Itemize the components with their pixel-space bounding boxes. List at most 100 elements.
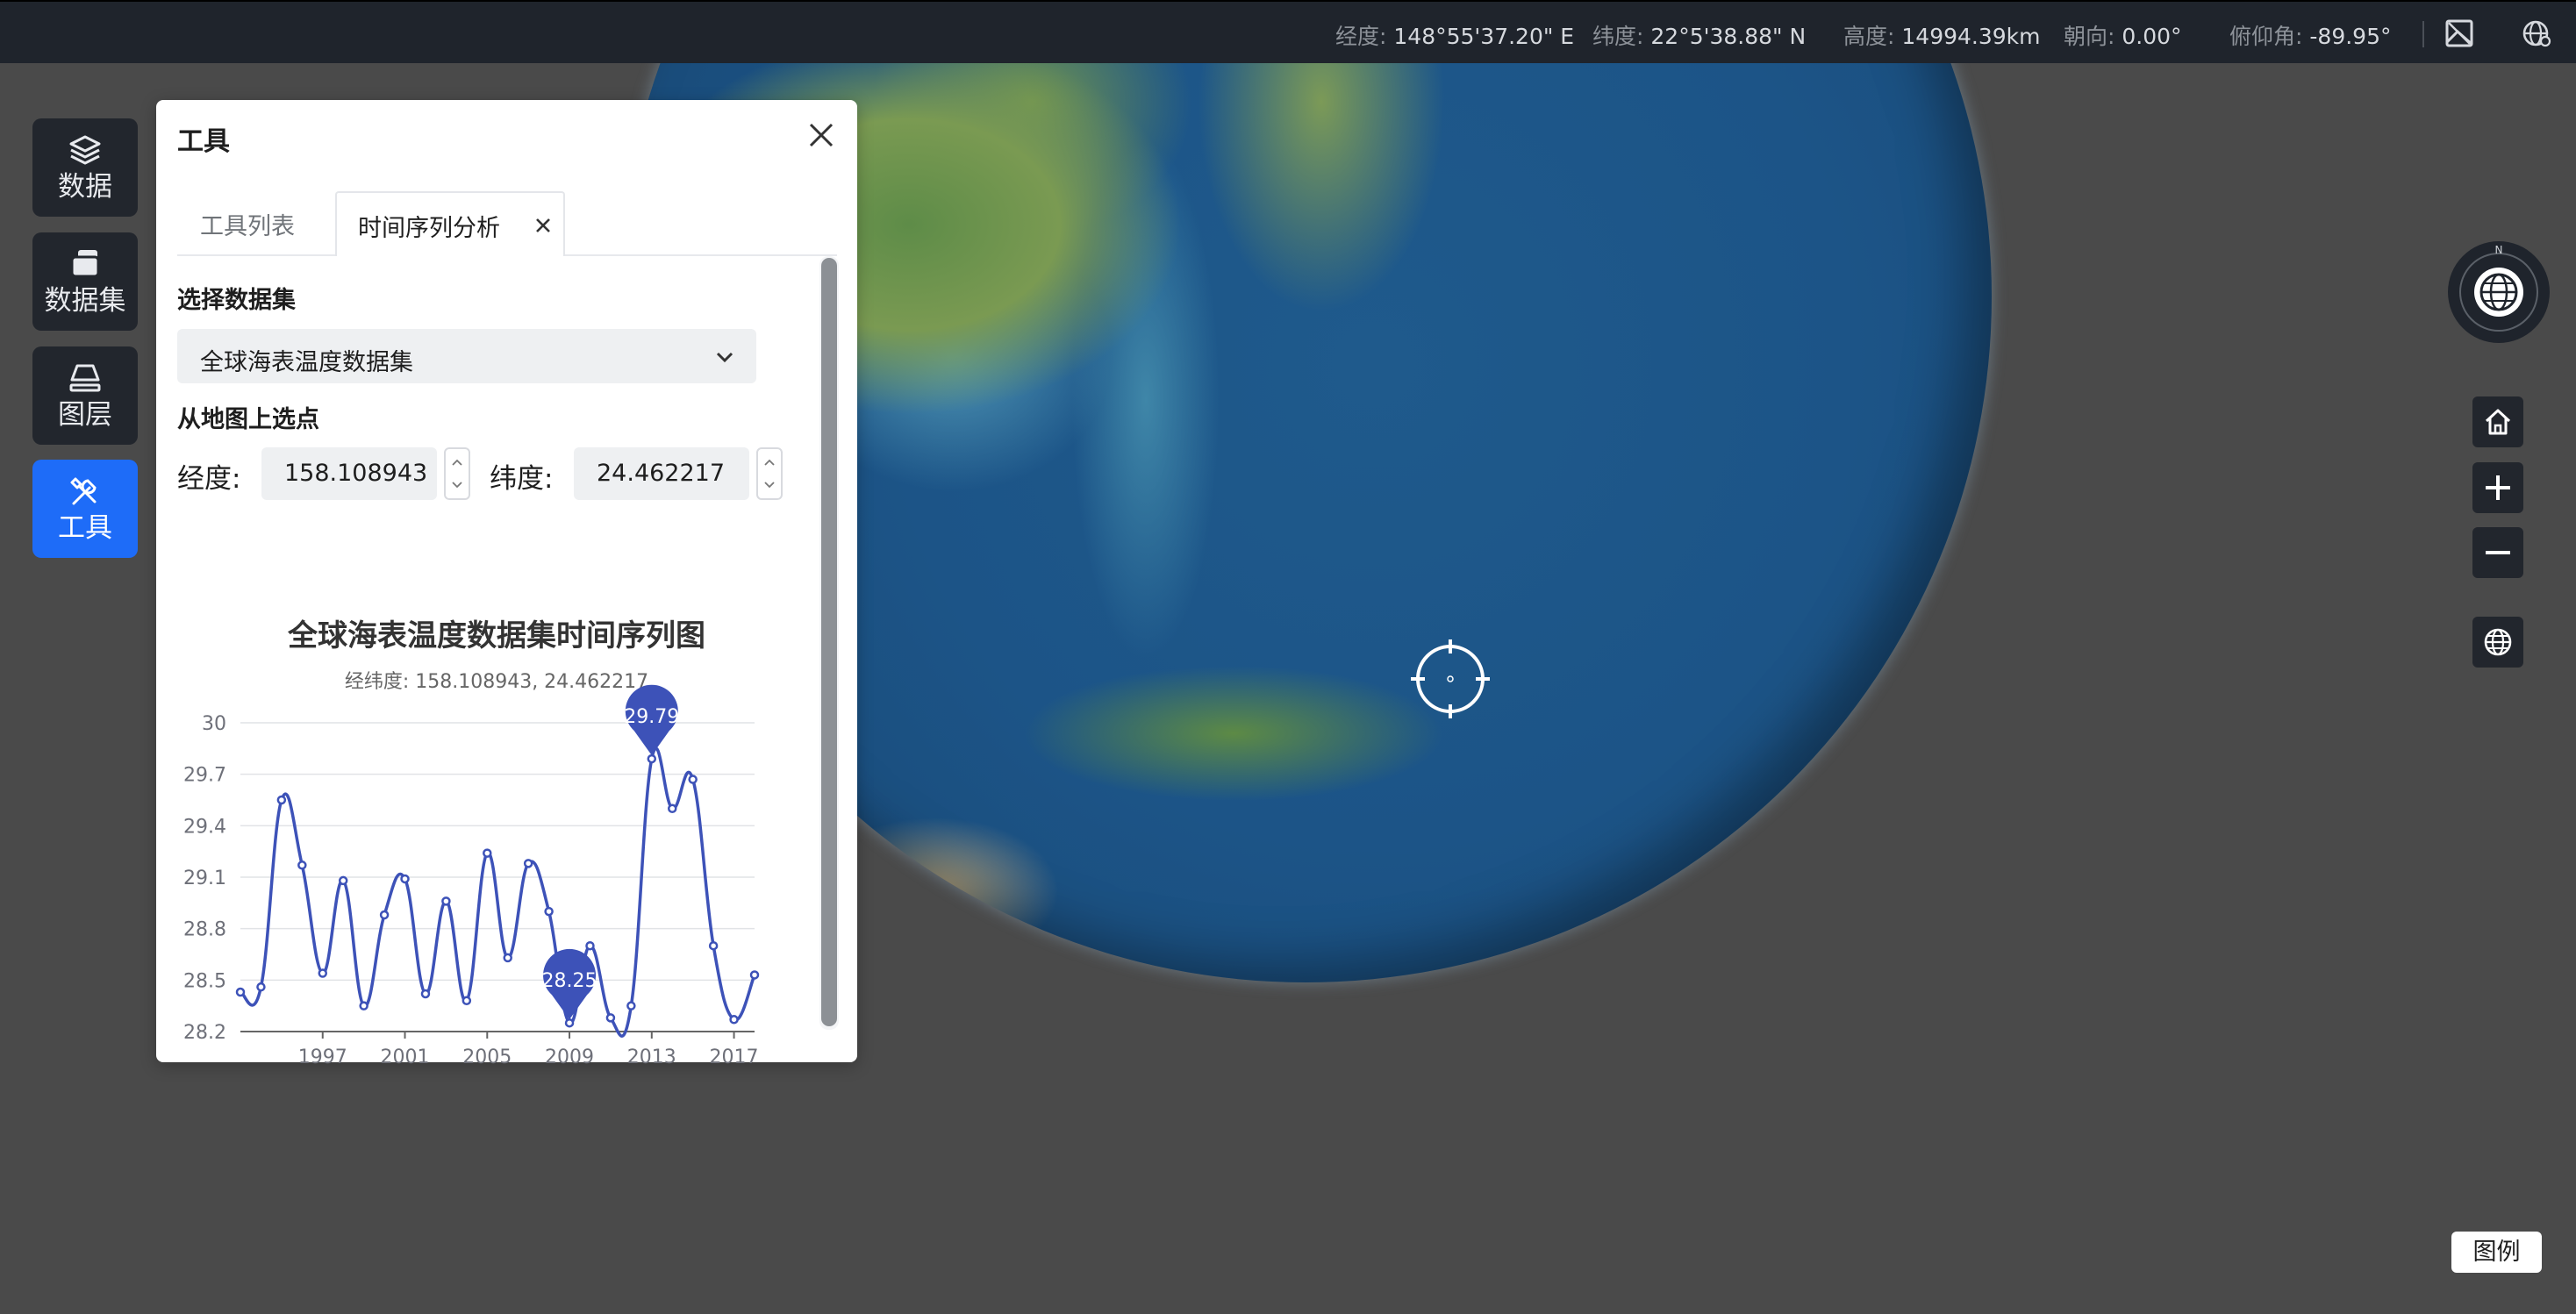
x-tick-label: 2013 — [627, 1046, 676, 1068]
latitude-value: 22°5'38.88" N — [1650, 24, 1807, 49]
x-tick-label: 2005 — [462, 1046, 512, 1068]
dock-item-layer[interactable]: 图层 — [32, 346, 138, 445]
stepper-up-icon[interactable] — [763, 458, 776, 467]
cards-icon — [70, 250, 100, 278]
data-point[interactable] — [708, 940, 719, 951]
dataset-select[interactable]: 全球海表温度数据集 — [177, 329, 756, 383]
zoom-in-icon — [2486, 475, 2510, 500]
time-series-chart: 全球海表温度数据集时间序列图 经纬度: 158.108943, 24.46221… — [183, 618, 760, 1068]
data-point[interactable] — [647, 753, 657, 764]
home-icon — [2485, 409, 2511, 435]
dataset-section-label: 选择数据集 — [177, 287, 296, 314]
x-tick-label: 2001 — [381, 1046, 430, 1068]
heading-value: 0.00° — [2122, 24, 2182, 49]
data-point[interactable] — [379, 910, 390, 920]
data-point[interactable] — [503, 953, 512, 963]
heading-readout: 朝向: 0.00° — [2064, 19, 2182, 51]
longitude-stepper[interactable] — [444, 447, 470, 500]
layers-icon — [69, 135, 101, 165]
x-tick-label: 1997 — [298, 1046, 347, 1068]
dock-item-dataset-label: 数据集 — [44, 285, 126, 317]
latitude-readout: 纬度: 22°5'38.88" N — [1592, 19, 1806, 51]
chevron-down-icon — [716, 352, 733, 363]
longitude-input[interactable]: 158.108943 — [261, 447, 437, 500]
panel-title: 工具 — [177, 126, 230, 157]
latitude-input[interactable]: 24.462217 — [574, 447, 749, 500]
data-point[interactable] — [256, 982, 266, 992]
data-point[interactable] — [605, 1013, 616, 1023]
latitude-stepper[interactable] — [756, 447, 783, 500]
data-point[interactable] — [276, 795, 287, 805]
altitude-label: 高度: — [1843, 24, 1895, 49]
data-point[interactable] — [585, 940, 595, 951]
data-point[interactable] — [359, 1001, 369, 1010]
data-point[interactable] — [338, 875, 348, 886]
data-point[interactable] — [729, 1015, 739, 1025]
globe-view-button[interactable] — [2472, 617, 2523, 668]
data-point[interactable] — [544, 906, 554, 917]
dock-item-tools[interactable]: 工具 — [32, 460, 138, 558]
stepper-down-icon[interactable] — [451, 481, 463, 489]
pitch-label: 俯仰角: — [2229, 24, 2303, 49]
compass-north-label: N — [2495, 244, 2503, 256]
stepper-down-icon[interactable] — [763, 481, 776, 489]
dock-item-data-label: 数据 — [58, 171, 112, 203]
layer-plane-icon — [69, 364, 101, 392]
map-image-icon[interactable] — [2444, 18, 2475, 49]
latitude-label: 纬度: — [1592, 24, 1644, 49]
min-value-label: 28.25 — [542, 970, 597, 992]
y-tick-label: 28.2 — [183, 1022, 226, 1044]
data-point[interactable] — [626, 1001, 636, 1010]
x-tick-label: 2009 — [545, 1046, 594, 1068]
legend-button[interactable]: 图例 — [2451, 1232, 2542, 1273]
data-point[interactable] — [483, 848, 492, 858]
status-bar-divider — [2422, 21, 2424, 47]
globe-settings-icon[interactable] — [2521, 18, 2552, 49]
tab-close-icon[interactable] — [533, 216, 553, 235]
tab-tool-list[interactable]: 工具列表 — [200, 207, 295, 241]
globe-icon — [2484, 628, 2512, 656]
chart-title: 全球海表温度数据集时间序列图 — [287, 618, 705, 653]
data-point[interactable] — [318, 968, 328, 978]
data-point[interactable] — [667, 803, 677, 814]
max-value-label: 29.79 — [624, 706, 679, 728]
y-tick-label: 29.4 — [183, 816, 226, 838]
y-tick-label: 28.8 — [183, 919, 226, 941]
data-point[interactable] — [420, 989, 431, 999]
y-tick-label: 29.7 — [183, 765, 226, 787]
chart-subtitle: 经纬度: 158.108943, 24.462217 — [345, 671, 648, 693]
pitch-readout: 俯仰角: -89.95° — [2229, 19, 2391, 51]
data-point[interactable] — [297, 861, 307, 870]
panel-scrollbar-thumb[interactable] — [821, 258, 837, 1026]
data-point[interactable] — [400, 874, 410, 884]
tab-time-series[interactable]: 时间序列分析 — [335, 191, 565, 256]
data-point[interactable] — [688, 775, 698, 784]
longitude-readout: 经度: 148°55'37.20" E — [1335, 19, 1574, 51]
dock-item-data[interactable]: 数据 — [32, 118, 138, 217]
pick-point-section-label: 从地图上选点 — [177, 406, 319, 433]
latitude-field-label: 纬度: — [490, 463, 554, 495]
heading-label: 朝向: — [2064, 24, 2115, 49]
close-icon[interactable] — [804, 118, 839, 153]
data-point[interactable] — [564, 1018, 575, 1028]
data-point[interactable] — [235, 987, 246, 997]
data-point[interactable] — [523, 859, 533, 868]
data-point[interactable] — [441, 896, 451, 906]
latitude-input-value: 24.462217 — [597, 460, 726, 487]
stepper-up-icon[interactable] — [451, 458, 463, 467]
compass-icon[interactable]: N — [2446, 239, 2551, 345]
status-bar: 经度: 148°55'37.20" E 纬度: 22°5'38.88" N 高度… — [0, 0, 2576, 63]
x-tick-label: 2017 — [710, 1046, 759, 1068]
data-point[interactable] — [749, 970, 760, 980]
tab-time-series-label: 时间序列分析 — [358, 215, 500, 242]
data-point[interactable] — [462, 996, 472, 1006]
zoom-out-icon — [2486, 551, 2510, 554]
y-tick-label: 29.1 — [183, 868, 226, 889]
dock-item-dataset[interactable]: 数据集 — [32, 232, 138, 331]
longitude-input-value: 158.108943 — [284, 460, 428, 487]
longitude-field-label: 经度: — [177, 463, 241, 495]
zoom-out-button[interactable] — [2472, 527, 2523, 578]
center-target-icon — [1411, 639, 1490, 718]
zoom-in-button[interactable] — [2472, 462, 2523, 513]
home-button[interactable] — [2472, 396, 2523, 447]
